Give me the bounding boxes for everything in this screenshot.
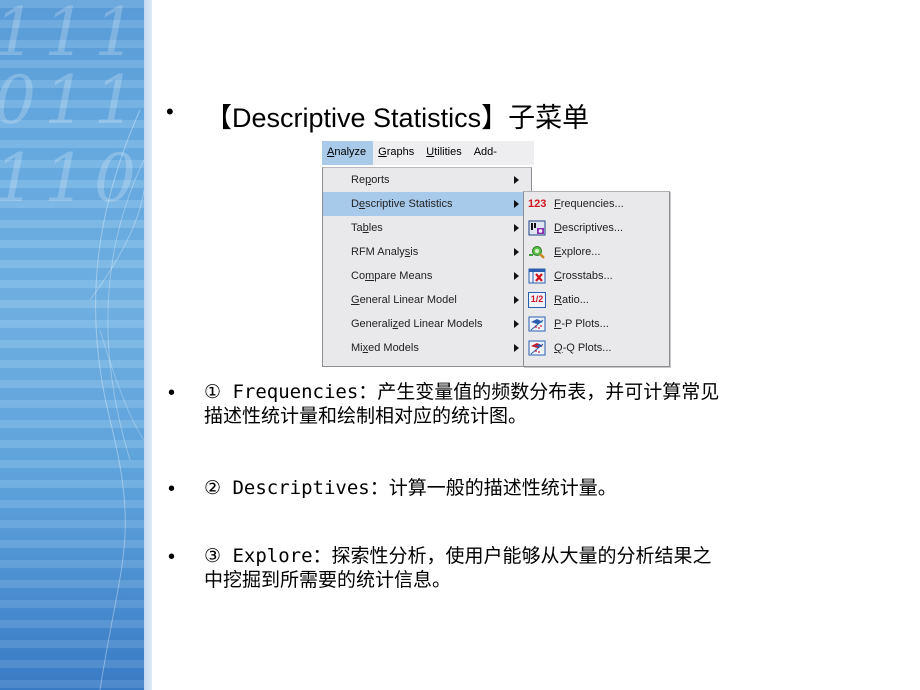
submenu-arrow-icon — [514, 320, 519, 328]
mnemonic: G — [351, 294, 360, 306]
menu-label: raphs — [386, 146, 415, 158]
descriptive-statistics-submenu: 123 Frequencies... Descriptives... Explo… — [523, 191, 670, 367]
menu-label: tilities — [434, 146, 462, 158]
menu-item-generalized-linear-models[interactable]: Generalized Linear Models — [323, 312, 531, 336]
label-part: Co — [351, 270, 366, 282]
menu-item-compare-means[interactable]: Compare Means — [323, 264, 531, 288]
bullet-explore: ③ Explore：探索性分析，使用户能够从大量的分析结果之 中挖掘到所需要的统… — [204, 544, 884, 592]
bullet-line: ② Descriptives：计算一般的描述性统计量。 — [204, 477, 617, 499]
explore-magnifier-icon — [529, 246, 545, 259]
mnemonic: G — [378, 146, 387, 158]
label-part: atio... — [561, 294, 589, 306]
submenu-arrow-icon — [514, 176, 519, 184]
menu-item-reports[interactable]: Reports — [323, 168, 531, 192]
submenu-item-frequencies[interactable]: 123 Frequencies... — [524, 192, 669, 216]
mnemonic: m — [365, 270, 375, 282]
mnemonic: D — [554, 222, 562, 234]
mnemonic: R — [554, 294, 562, 306]
menu-label: nalyze — [334, 146, 367, 158]
analyze-menu: Reports Descriptive Statistics Tables RF… — [322, 167, 532, 367]
menu-item-mixed-models[interactable]: Mixed Models — [323, 336, 531, 360]
bullet-line: ③ Explore：探索性分析，使用户能够从大量的分析结果之 — [204, 545, 712, 567]
menubar: Analyze Graphs Utilities Add- — [322, 141, 534, 165]
label-part: D — [351, 198, 359, 210]
submenu-arrow-icon — [514, 296, 519, 304]
submenu-arrow-icon — [514, 224, 519, 232]
submenu-item-ratio[interactable]: 1/2 Ratio... — [524, 288, 669, 312]
label-part: RFM Analy — [351, 246, 405, 258]
decor-swirl-lines — [89, 109, 144, 690]
label-part: Mi — [351, 342, 363, 354]
submenu-item-explore[interactable]: Explore... — [524, 240, 669, 264]
label-part: is — [410, 246, 419, 258]
qq-plot-icon — [528, 340, 546, 356]
mnemonic: C — [554, 270, 562, 282]
menubar-graphs[interactable]: Graphs — [373, 141, 421, 165]
submenu-arrow-icon — [514, 272, 519, 280]
band-edge — [144, 0, 152, 690]
label-part: Ta — [351, 222, 363, 234]
bullet-descriptives: ② Descriptives：计算一般的描述性统计量。 — [204, 476, 884, 500]
bullet-line: 中挖掘到所需要的统计信息。 — [204, 569, 452, 591]
mnemonic: F — [554, 198, 561, 210]
label-part: Re — [351, 174, 366, 186]
ratio-icon: 1/2 — [528, 292, 546, 308]
submenu-arrow-icon — [514, 344, 519, 352]
submenu-item-descriptives[interactable]: Descriptives... — [524, 216, 669, 240]
menu-item-descriptive-statistics[interactable]: Descriptive Statistics — [323, 192, 531, 216]
bullet-frequencies: ① Frequencies：产生变量值的频数分布表，并可计算常见 描述性统计量和… — [204, 380, 884, 428]
descriptives-icon — [528, 220, 546, 236]
submenu-arrow-icon — [514, 248, 519, 256]
label-part: ed Models — [368, 342, 419, 354]
menubar-utilities[interactable]: Utilities — [421, 141, 468, 165]
menubar-addons[interactable]: Add- — [469, 141, 499, 165]
pp-plot-icon — [528, 316, 546, 332]
label-part: rosstabs... — [561, 270, 613, 282]
mnemonic: U — [426, 146, 435, 158]
submenu-item-crosstabs[interactable]: Crosstabs... — [524, 264, 669, 288]
label-part: -P Plots... — [561, 318, 609, 330]
submenu-arrow-icon — [514, 200, 519, 208]
label-part: -Q Plots... — [562, 342, 612, 354]
label-part: pare Means — [374, 270, 433, 282]
label-part: les — [368, 222, 383, 234]
crosstabs-table-icon — [528, 268, 546, 284]
label-part: ed Linear Models — [398, 318, 483, 330]
frequencies-123-icon: 123 — [528, 198, 547, 210]
decorative-side-band: 1110 0111 1101 — [0, 0, 144, 690]
menu-item-rfm-analysis[interactable]: RFM Analysis — [323, 240, 531, 264]
slide-heading: 【Descriptive Statistics】子菜单 — [205, 103, 590, 133]
mnemonic: Q — [554, 342, 563, 354]
menubar-analyze[interactable]: Analyze — [322, 141, 374, 165]
submenu-item-qq-plots[interactable]: Q-Q Plots... — [524, 336, 669, 360]
menu-item-tables[interactable]: Tables — [323, 216, 531, 240]
bullet-line: ① Frequencies：产生变量值的频数分布表，并可计算常见 — [204, 381, 720, 403]
bullet-line: 描述性统计量和绘制相对应的统计图。 — [204, 405, 528, 427]
label-part: escriptives... — [561, 222, 624, 234]
label-part: requencies... — [560, 198, 624, 210]
bullet-dot: • — [166, 99, 174, 124]
label-part: Generali — [351, 318, 393, 330]
label-part: eneral Linear Model — [359, 294, 457, 306]
label-part: xplore... — [561, 246, 601, 258]
bullet-dot: • — [168, 382, 176, 404]
label-part: orts — [371, 174, 390, 186]
submenu-item-pp-plots[interactable]: P-P Plots... — [524, 312, 669, 336]
bullet-dot: • — [168, 546, 176, 568]
spss-menu-screenshot: Analyze Graphs Utilities Add- Reports De… — [322, 141, 670, 367]
menu-item-general-linear-model[interactable]: General Linear Model — [323, 288, 531, 312]
label-part: scriptive Statistics — [365, 198, 453, 210]
bullet-dot: • — [168, 478, 176, 500]
